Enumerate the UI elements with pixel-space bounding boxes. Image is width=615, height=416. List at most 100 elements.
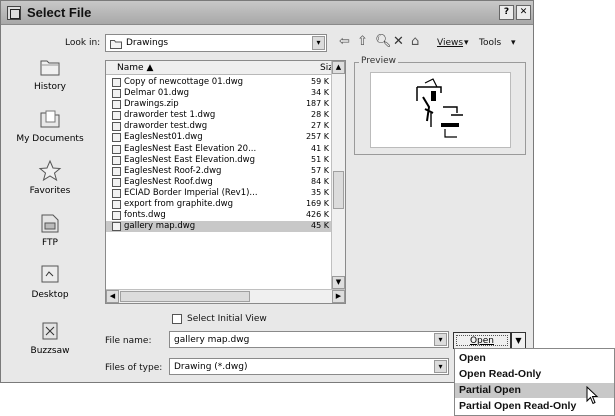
views-menu[interactable]: Views	[437, 38, 463, 48]
file-row[interactable]: EaglesNest Roof-2.dwg 57 K	[106, 166, 332, 177]
chevron-down-icon[interactable]: ▾	[434, 360, 447, 373]
drawing-preview-image	[370, 72, 511, 148]
file-name: EaglesNest East Elevation 20...	[124, 143, 257, 154]
place-history[interactable]: History	[7, 55, 93, 92]
history-folder-icon	[40, 60, 60, 76]
place-label: Favorites	[29, 186, 71, 196]
file-size: 84 K	[311, 176, 329, 186]
place-ftp[interactable]: FTP	[7, 211, 93, 248]
star-icon	[38, 159, 62, 182]
back-arrow-icon[interactable]: ⇦	[339, 34, 350, 49]
file-row[interactable]: export from graphite.dwg 169 K	[106, 199, 332, 210]
tools-dropdown-icon[interactable]: ▾	[511, 38, 516, 48]
place-desktop[interactable]: Desktop	[7, 263, 93, 300]
scroll-thumb[interactable]	[333, 171, 344, 209]
dwg-file-icon	[112, 133, 121, 143]
file-name: draworder test 1.dwg	[124, 110, 216, 121]
file-row[interactable]: gallery map.dwg 45 K	[106, 221, 332, 233]
search-web-icon[interactable]: 🔍︎	[375, 34, 392, 49]
dwg-file-icon	[112, 89, 121, 99]
name-column-header[interactable]: Name ▲	[117, 63, 153, 73]
file-list-header: Name ▲ Siz	[106, 61, 333, 75]
open-options-button[interactable]: ▼	[511, 332, 526, 349]
dwg-file-icon	[112, 78, 121, 87]
documents-folder-icon	[40, 110, 60, 128]
views-dropdown-icon[interactable]: ▾	[464, 38, 469, 48]
file-name-value: gallery map.dwg	[174, 335, 250, 345]
dwg-file-icon	[112, 222, 121, 232]
desktop-icon	[41, 265, 59, 283]
tools-menu[interactable]: Tools	[479, 38, 501, 48]
file-name: gallery map.dwg	[124, 221, 196, 232]
place-label: Desktop	[31, 290, 69, 300]
file-row[interactable]: EaglesNest East Elevation 20... 41 K	[106, 144, 332, 155]
file-name: Drawings.zip	[124, 99, 179, 110]
file-size: 187 K	[305, 99, 329, 109]
file-row[interactable]: EaglesNest01.dwg 257 K	[106, 132, 332, 143]
look-in-label: Look in:	[65, 38, 101, 48]
select-initial-view-checkbox[interactable]	[172, 314, 182, 324]
dwg-file-icon	[112, 200, 121, 210]
file-size: 28 K	[311, 110, 329, 120]
file-size: 45 K	[311, 221, 329, 231]
open-button[interactable]: Open	[453, 332, 511, 349]
file-row[interactable]: Copy of newcottage 01.dwg 59 K	[106, 77, 332, 88]
chevron-down-icon[interactable]: ▾	[312, 36, 325, 50]
select-file-dialog: Select File ? ✕ Look in: Drawings ▾ ⇦ ⇧ …	[0, 0, 534, 383]
close-button[interactable]: ✕	[516, 5, 531, 20]
file-size: 41 K	[311, 143, 329, 153]
file-size: 59 K	[311, 77, 329, 86]
menu-item-open-read-only[interactable]: Open Read-Only	[455, 367, 614, 382]
file-size: 426 K	[305, 210, 329, 220]
file-size: 27 K	[311, 121, 329, 131]
place-buzzsaw[interactable]: Buzzsaw	[7, 319, 93, 356]
file-row[interactable]: Drawings.zip 187 K	[106, 99, 332, 110]
dwg-file-icon	[112, 177, 121, 187]
scroll-thumb-horizontal[interactable]	[120, 291, 250, 302]
file-size: 35 K	[311, 187, 329, 197]
help-button[interactable]: ?	[499, 5, 514, 20]
file-size: 57 K	[311, 165, 329, 175]
chevron-down-icon[interactable]: ▾	[434, 333, 447, 346]
look-in-value: Drawings	[126, 38, 169, 48]
file-name: export from graphite.dwg	[124, 199, 233, 210]
scroll-right-icon[interactable]: ▶	[332, 290, 345, 303]
place-label: FTP	[42, 238, 58, 248]
delete-icon[interactable]: ✕	[393, 34, 404, 49]
file-row[interactable]: Delmar 01.dwg 34 K	[106, 88, 332, 99]
menu-item-open[interactable]: Open	[455, 351, 614, 366]
file-row[interactable]: EaglesNest Roof.dwg 84 K	[106, 177, 332, 188]
file-row[interactable]: EaglesNest East Elevation.dwg 51 K	[106, 155, 332, 166]
file-name: EaglesNest Roof.dwg	[124, 176, 213, 187]
place-my-documents[interactable]: My Documents	[7, 107, 93, 144]
new-folder-icon[interactable]: ⌂	[411, 34, 419, 49]
place-favorites[interactable]: Favorites	[7, 159, 93, 196]
file-row[interactable]: draworder test.dwg 27 K	[106, 121, 332, 132]
sort-ascending-icon: ▲	[146, 63, 154, 73]
file-size: 34 K	[311, 88, 329, 98]
dialog-title: Select File	[27, 5, 92, 20]
scroll-left-icon[interactable]: ◀	[106, 290, 119, 303]
ftp-icon	[41, 214, 59, 233]
file-name: EaglesNest01.dwg	[124, 132, 203, 143]
look-in-combo[interactable]: Drawings ▾	[105, 34, 327, 52]
preview-label: Preview	[359, 56, 399, 66]
dwg-file-icon	[112, 122, 121, 132]
file-row[interactable]: draworder test 1.dwg 28 K	[106, 110, 332, 121]
scroll-up-icon[interactable]: ▲	[332, 61, 345, 74]
vertical-scrollbar[interactable]: ▲ ▼	[331, 61, 345, 289]
scroll-down-icon[interactable]: ▼	[332, 276, 345, 289]
up-folder-icon[interactable]: ⇧	[357, 34, 368, 49]
file-name: draworder test.dwg	[124, 121, 208, 132]
file-name: Delmar 01.dwg	[124, 88, 190, 99]
file-name-field[interactable]: gallery map.dwg ▾	[169, 331, 449, 348]
dwg-file-icon	[112, 155, 121, 165]
files-of-type-select[interactable]: Drawing (*.dwg) ▾	[169, 358, 449, 375]
buzzsaw-icon	[42, 322, 58, 340]
file-list[interactable]: Name ▲ Siz Copy of newcottage 01.dwg 59 K…	[105, 60, 346, 304]
horizontal-scrollbar[interactable]: ◀ ▶	[106, 289, 345, 303]
title-bar: Select File ? ✕	[1, 1, 533, 25]
file-row[interactable]: fonts.dwg 426 K	[106, 210, 332, 221]
file-row[interactable]: ECIAD Border Imperial (Rev1)... 35 K	[106, 188, 332, 199]
file-size: 257 K	[305, 132, 329, 142]
